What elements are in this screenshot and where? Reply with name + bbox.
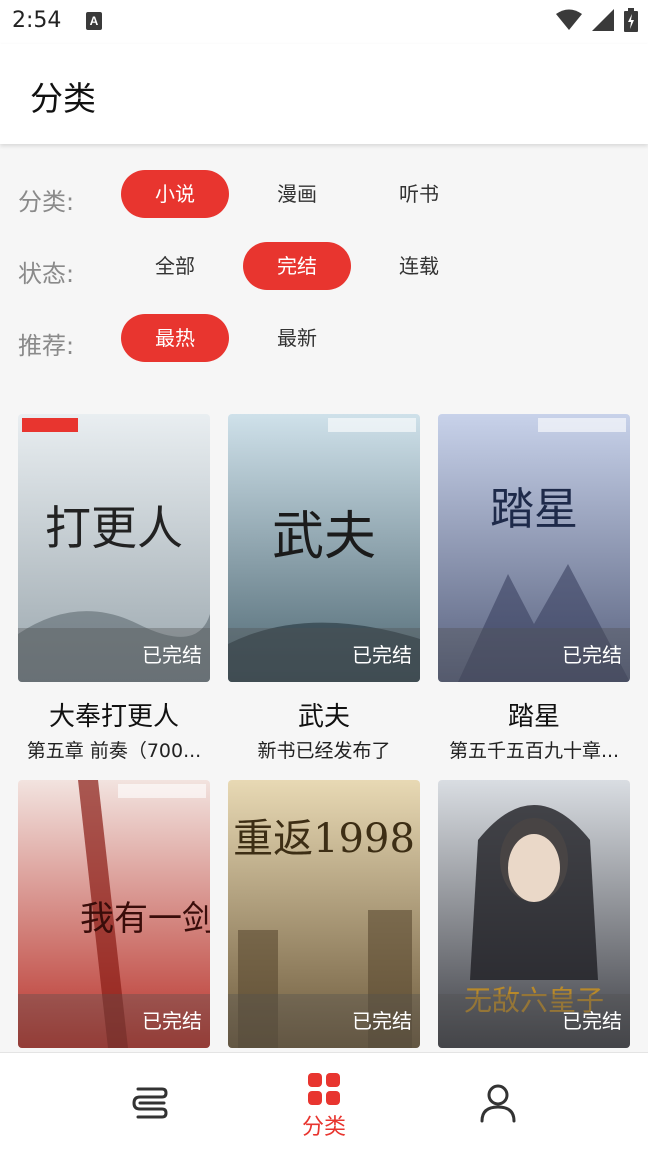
chip-audio[interactable]: 听书 <box>365 170 473 218</box>
status-icons <box>556 8 638 32</box>
filter-row-category: 分类: 小说 漫画 听书 <box>0 170 648 220</box>
chip-newest[interactable]: 最新 <box>243 314 351 362</box>
cover-text: 武夫 <box>272 507 376 567</box>
book-cover[interactable]: 无敌六皇子 已完结 <box>438 780 630 1048</box>
book-cover[interactable]: 重返1998 已完结 <box>228 780 420 1048</box>
book-cover[interactable]: 打更人 已完结 <box>18 414 210 682</box>
chip-hottest[interactable]: 最热 <box>121 314 229 362</box>
status-time: 2:54 <box>12 8 62 33</box>
book-latest-chapter: 第五章 前奏（700... <box>26 740 202 762</box>
filter-label-sort: 推荐: <box>18 332 75 360</box>
book-latest-chapter: 第五千五百九十章... <box>448 740 620 762</box>
book-cover[interactable]: 踏星 已完结 <box>438 414 630 682</box>
category-icon <box>308 1073 340 1105</box>
signal-icon <box>592 9 614 31</box>
cover-text: 踏星 <box>490 484 578 535</box>
notification-icon: A <box>86 12 102 30</box>
chip-novel[interactable]: 小说 <box>121 170 229 218</box>
cover-text: 重返1998 <box>233 816 415 862</box>
status-badge: 已完结 <box>228 628 420 682</box>
filter-row-sort: 推荐: 最热 最新 <box>0 314 648 364</box>
status-badge: 已完结 <box>438 994 630 1048</box>
filter-label-category: 分类: <box>18 188 75 216</box>
status-bar: 2:54 A <box>0 0 648 44</box>
bookshelf-icon <box>132 1087 168 1119</box>
book-title[interactable]: 武夫 <box>228 696 420 733</box>
cover-text: 我有一剑 <box>80 899 210 939</box>
book-title[interactable]: 踏星 <box>438 696 630 733</box>
cover-text: 打更人 <box>45 501 183 555</box>
app-bar: 分类 <box>0 44 648 144</box>
chip-comic[interactable]: 漫画 <box>243 170 351 218</box>
status-badge: 已完结 <box>228 994 420 1048</box>
filter-label-status: 状态: <box>18 260 75 288</box>
book-latest-chapter: 新书已经发布了 <box>257 740 391 762</box>
chip-serializing[interactable]: 连载 <box>365 242 473 290</box>
book-title[interactable]: 大奉打更人 <box>18 696 210 733</box>
page-title: 分类 <box>30 79 96 118</box>
wifi-icon <box>556 9 582 30</box>
user-icon <box>480 1084 516 1123</box>
chip-completed[interactable]: 完结 <box>243 242 351 290</box>
status-badge: 已完结 <box>18 628 210 682</box>
nav-profile[interactable] <box>390 1053 606 1153</box>
status-badge: 已完结 <box>18 994 210 1048</box>
book-cover[interactable]: 武夫 已完结 <box>228 414 420 682</box>
chip-all[interactable]: 全部 <box>121 242 229 290</box>
book-cover[interactable]: 我有一剑 已完结 <box>18 780 210 1048</box>
battery-icon <box>624 8 638 32</box>
filter-row-status: 状态: 全部 完结 连载 <box>0 242 648 292</box>
status-badge: 已完结 <box>438 628 630 682</box>
bottom-nav: 分类 <box>0 1052 648 1153</box>
